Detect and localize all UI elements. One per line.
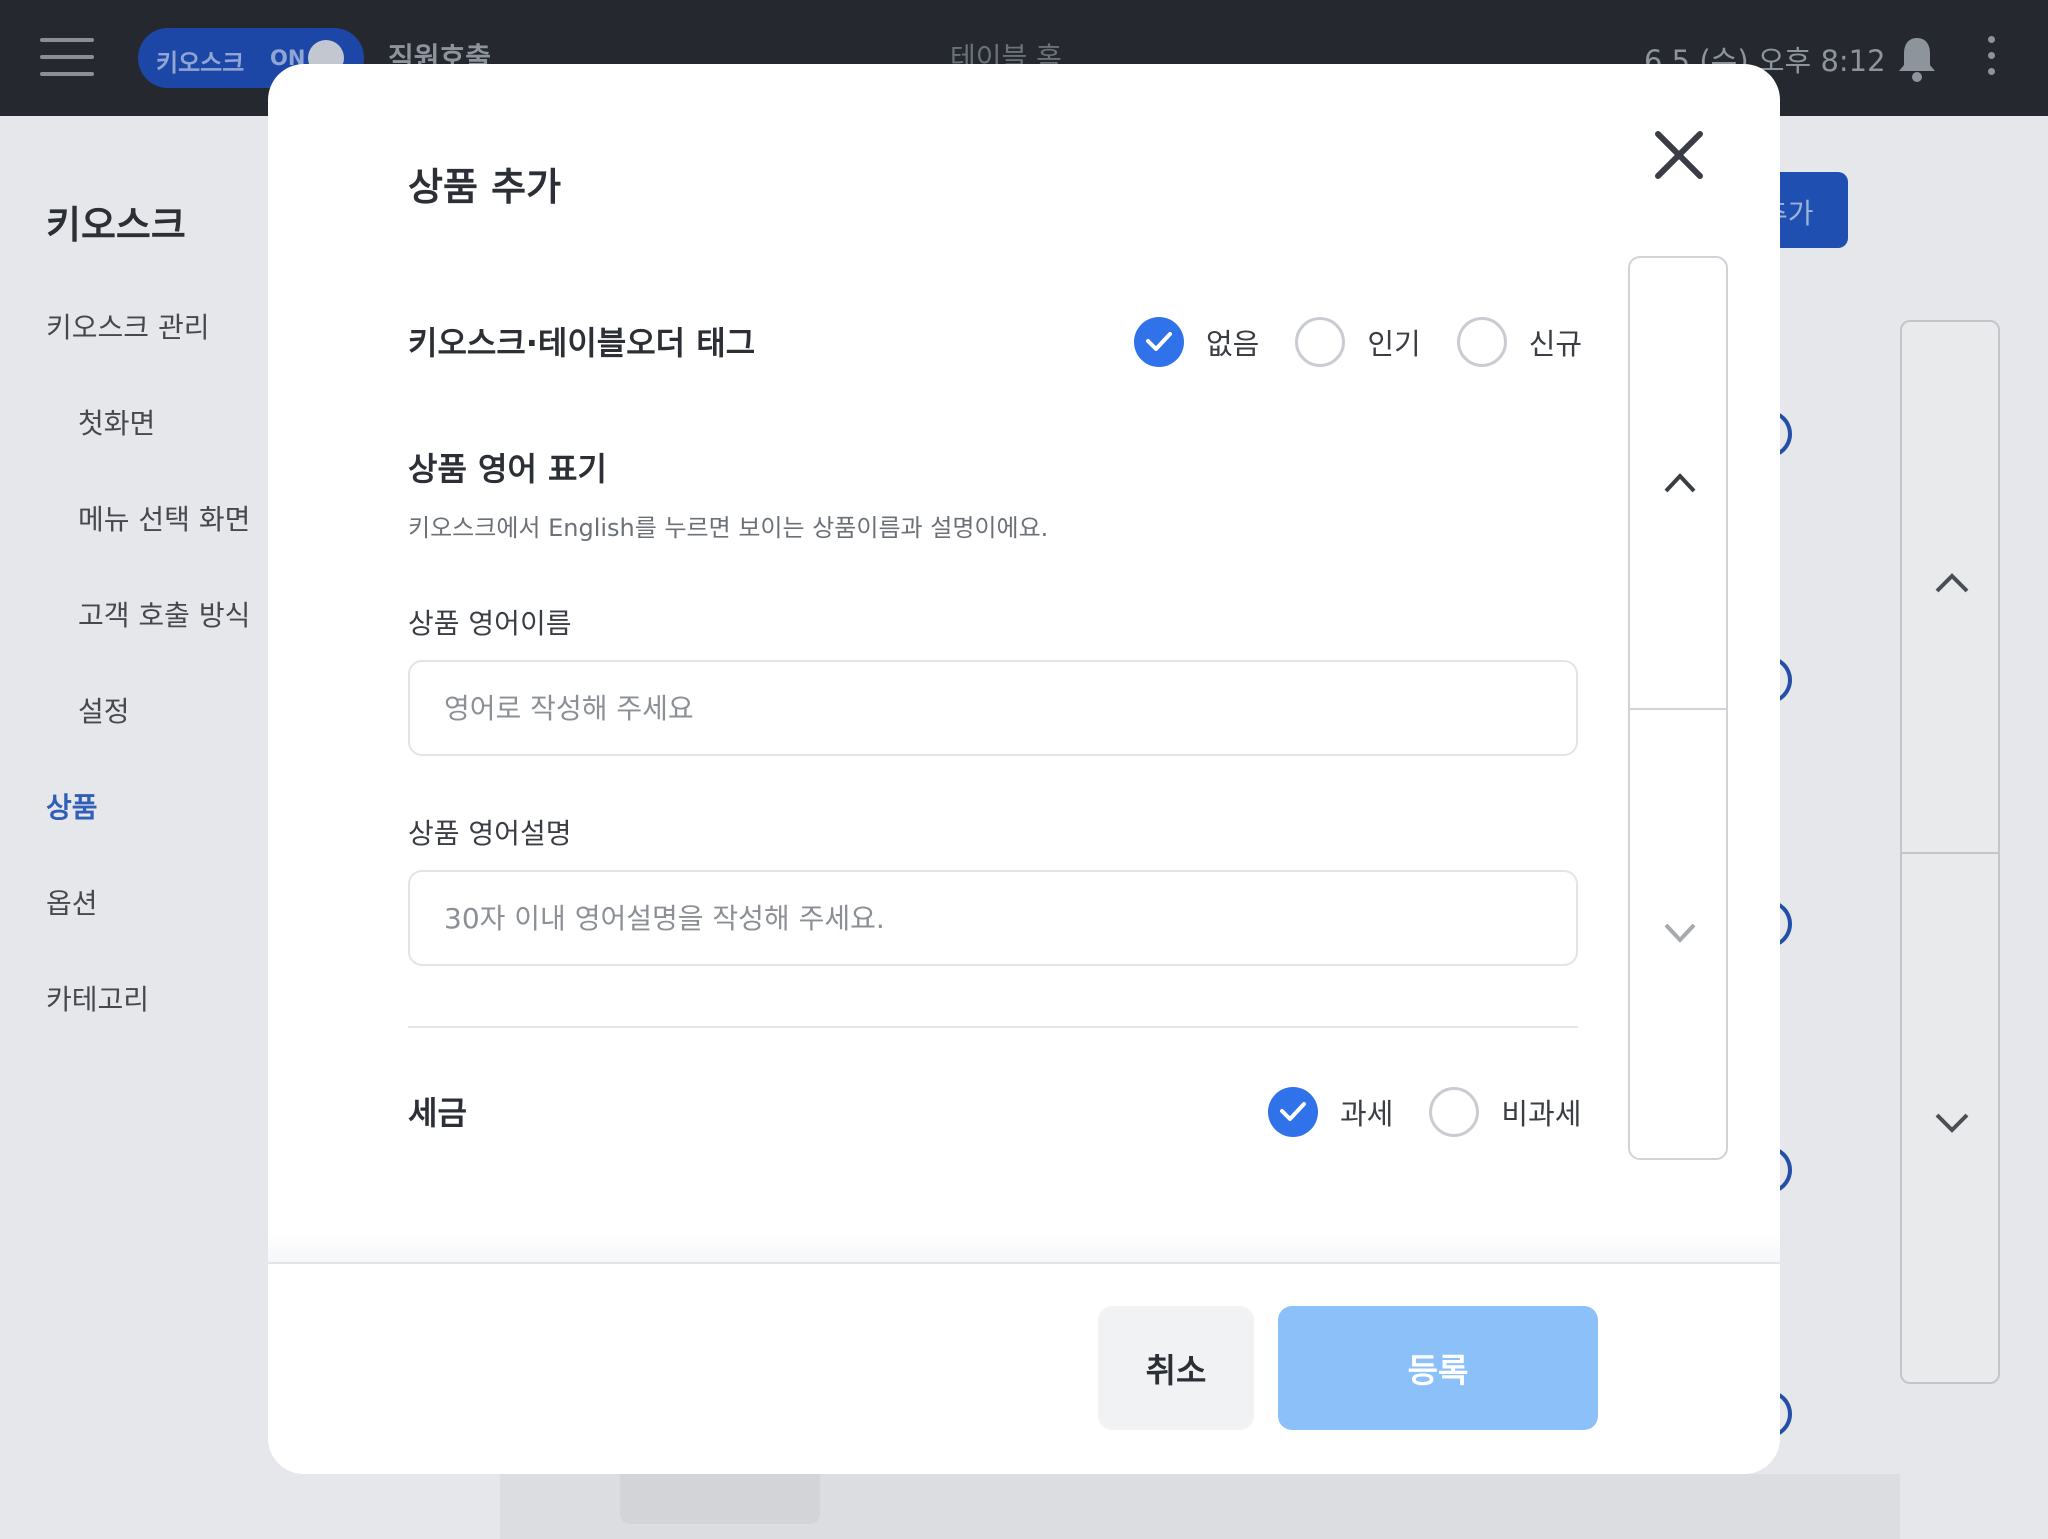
english-name-label: 상품 영어이름 (408, 607, 572, 640)
tax-option-taxable[interactable]: 과세 (1268, 1087, 1429, 1137)
sidebar-item-home-screen[interactable]: 첫화면 (78, 402, 155, 442)
section-divider (408, 1026, 1578, 1028)
bell-icon[interactable] (1896, 34, 1938, 82)
close-icon[interactable] (1648, 124, 1710, 186)
english-desc-label: 상품 영어설명 (408, 817, 572, 850)
tax-option-label: 비과세 (1501, 1097, 1582, 1131)
sidebar-item-settings[interactable]: 설정 (78, 690, 130, 730)
radio-unchecked-icon[interactable] (1295, 317, 1346, 367)
tag-option-label: 신규 (1528, 327, 1583, 361)
background-scroll-pad[interactable] (1900, 320, 2000, 1384)
radio-unchecked-icon[interactable] (1429, 1087, 1480, 1137)
radio-checked-icon[interactable] (1134, 317, 1184, 367)
add-product-modal: 상품 추가 키오스크·테이블오더 태그 없음 인기 신규 상품 영어 표기 키오… (268, 64, 1780, 1474)
english-section-title: 상품 영어 표기 (408, 450, 607, 488)
modal-title: 상품 추가 (408, 165, 562, 209)
submit-button[interactable]: 등록 (1278, 1306, 1598, 1430)
english-name-input[interactable] (408, 660, 1578, 756)
modal-footer: 취소 등록 (268, 1262, 1780, 1474)
check-icon (1280, 1102, 1306, 1121)
tax-label: 세금 (408, 1094, 467, 1132)
sidebar-item-options[interactable]: 옵션 (46, 882, 98, 922)
chevron-down-icon[interactable] (1934, 1112, 1970, 1134)
chevron-down-icon (1664, 923, 1696, 943)
more-vertical-icon[interactable] (1984, 36, 1998, 80)
tag-option-label: 인기 (1367, 327, 1421, 361)
scroll-down-button[interactable] (1630, 710, 1726, 1160)
tag-option-label: 없음 (1206, 327, 1260, 361)
english-section-hint: 키오스크에서 English를 누르면 보이는 상품이름과 설명이에요. (408, 514, 1049, 542)
tax-radio-group: 과세 비과세 (1268, 1084, 1581, 1140)
sidebar-item-menu-screen[interactable]: 메뉴 선택 화면 (78, 498, 250, 538)
tag-option-new[interactable]: 신규 (1456, 317, 1583, 367)
scroll-pad (1628, 256, 1728, 1160)
tag-option-popular[interactable]: 인기 (1295, 317, 1456, 367)
radio-unchecked-icon[interactable] (1456, 317, 1507, 367)
sidebar-item-products[interactable]: 상품 (46, 786, 98, 826)
tag-radio-group: 없음 인기 신규 (1134, 314, 1582, 370)
check-icon (1146, 332, 1172, 351)
scroll-up-button[interactable] (1630, 258, 1726, 710)
tax-option-label: 과세 (1340, 1097, 1394, 1131)
tax-option-tax-free[interactable]: 비과세 (1429, 1087, 1581, 1137)
tag-option-none[interactable]: 없음 (1134, 317, 1295, 367)
english-desc-input[interactable] (408, 870, 1578, 966)
radio-checked-icon[interactable] (1268, 1087, 1318, 1137)
background-card-tab (620, 1474, 820, 1524)
divider (1902, 852, 1998, 854)
chevron-up-icon (1664, 473, 1696, 493)
hamburger-icon[interactable] (40, 38, 94, 76)
cancel-button[interactable]: 취소 (1098, 1306, 1254, 1430)
chevron-up-icon[interactable] (1934, 572, 1970, 594)
sidebar-item-kiosk-management[interactable]: 키오스크 관리 (46, 306, 209, 346)
sidebar-title: 키오스크 (46, 203, 186, 247)
sidebar: 키오스크 키오스크 관리 첫화면 메뉴 선택 화면 고객 호출 방식 설정 상품… (0, 116, 270, 1539)
tag-label: 키오스크·테이블오더 태그 (408, 324, 756, 362)
sidebar-item-customer-call[interactable]: 고객 호출 방식 (78, 594, 250, 634)
kiosk-toggle-label: 키오스크 (156, 49, 245, 77)
sidebar-item-categories[interactable]: 카테고리 (46, 978, 149, 1018)
